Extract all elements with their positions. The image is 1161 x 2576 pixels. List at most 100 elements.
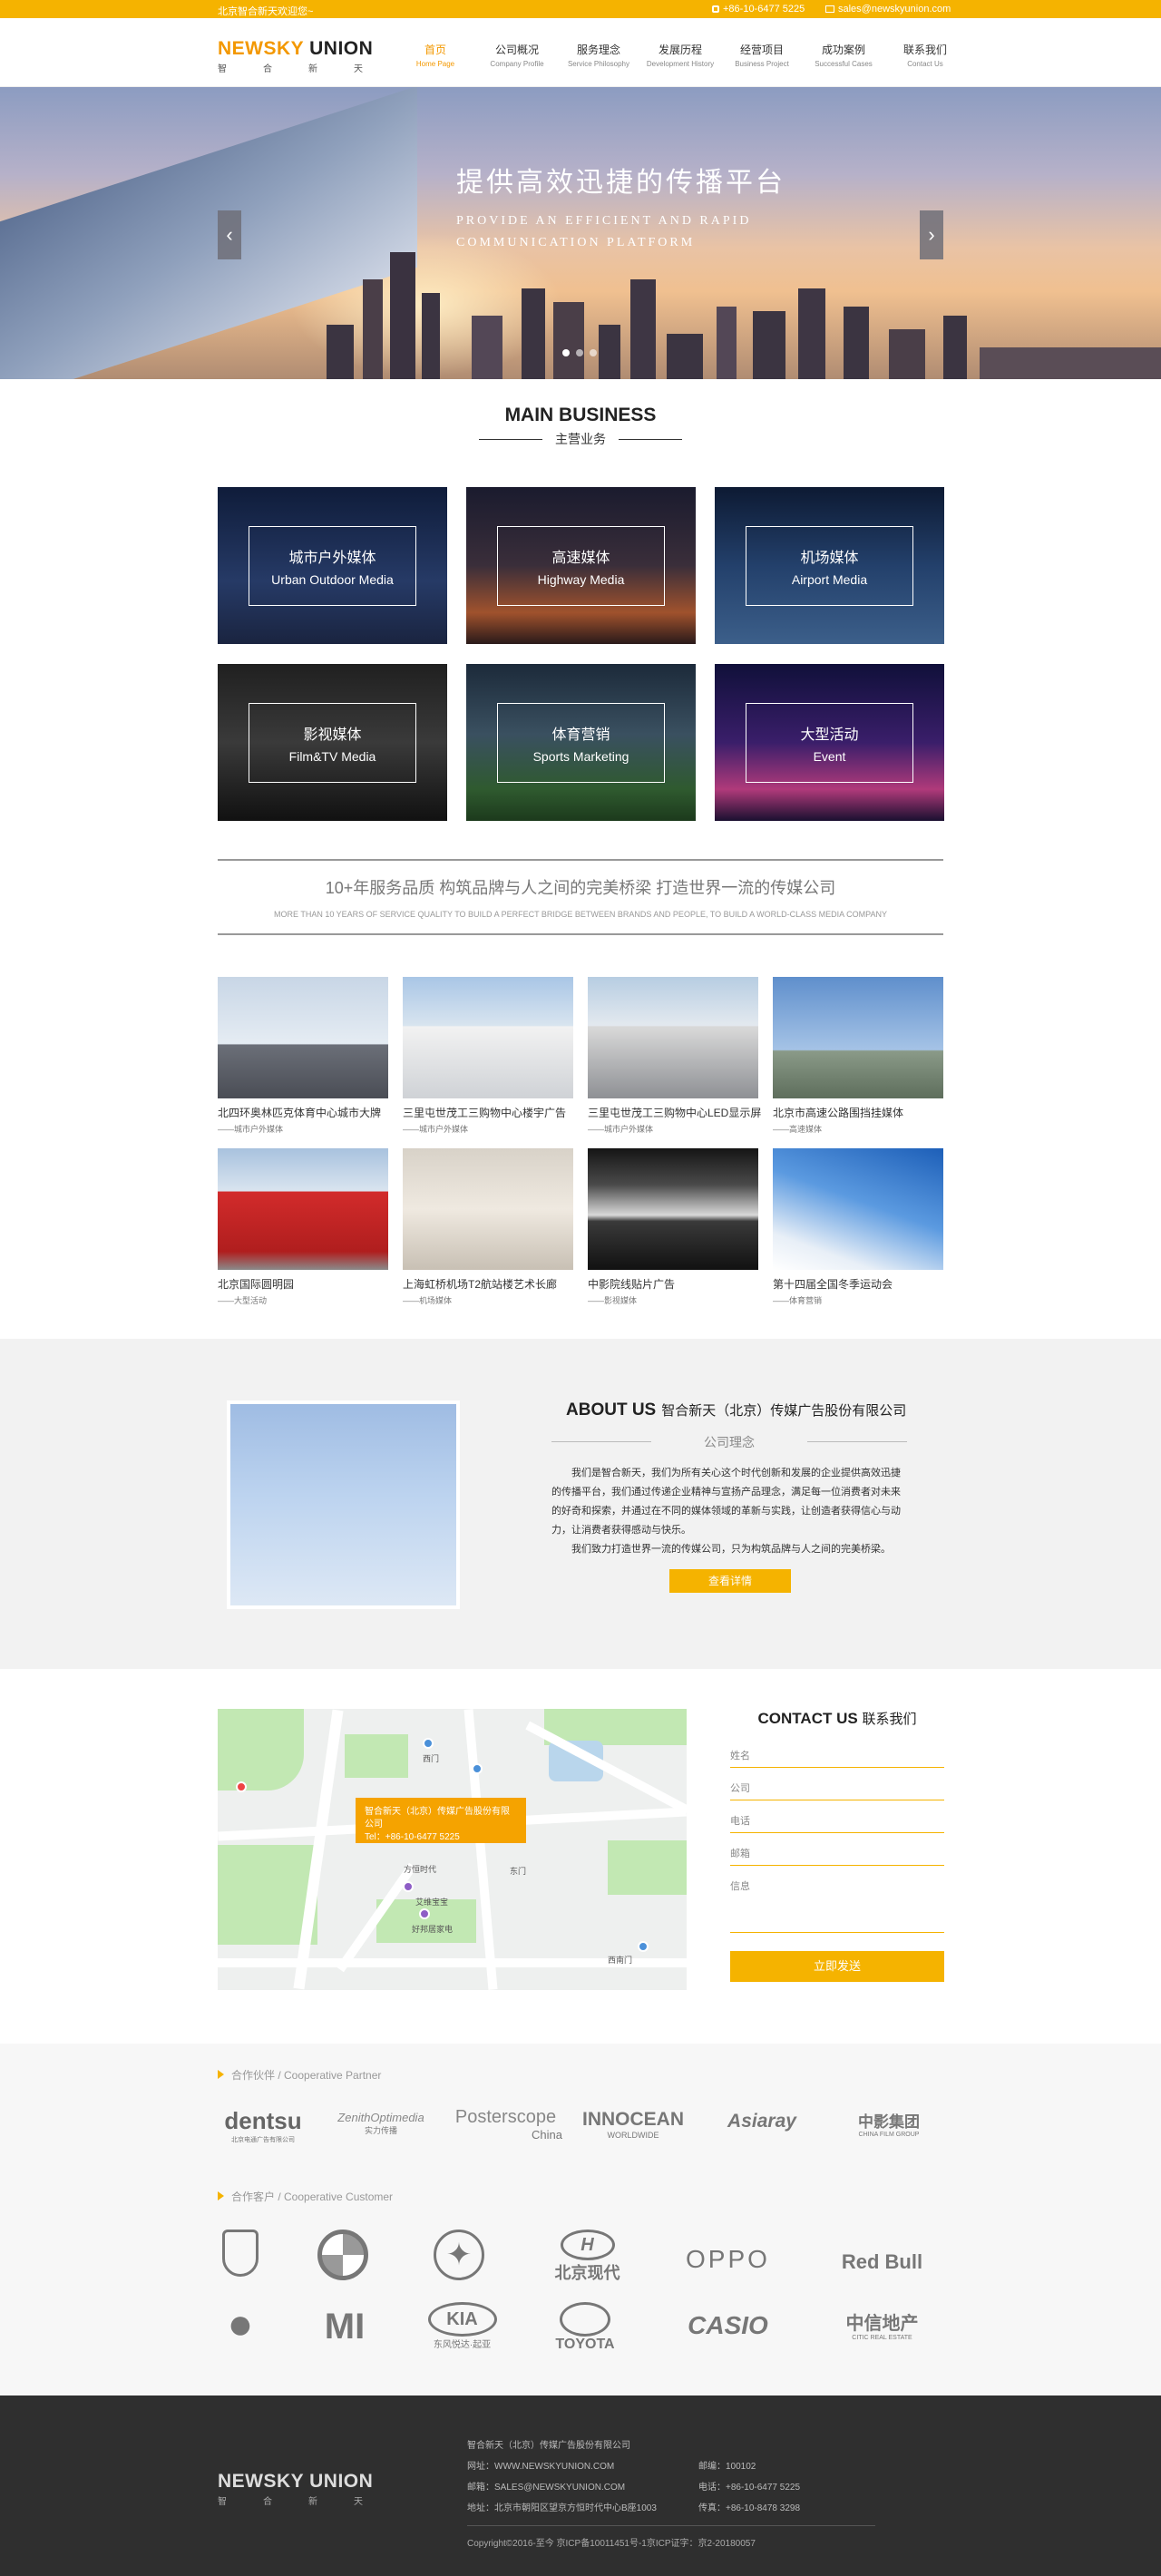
customer-logo-text: OPPO	[686, 2245, 770, 2273]
site-logo[interactable]: NEWSKY UNION 智合新天	[218, 38, 399, 74]
about-text: 我们是智合新天，我们为所有关心这个时代创新和发展的企业提供高效迅捷的传播平台，我…	[551, 1464, 910, 1559]
contact-title-cn: 联系我们	[862, 1712, 917, 1727]
case-category: ——城市户外媒体	[403, 1125, 469, 1134]
customer-logo-kia[interactable]: KIA 东风悦达·起亚	[419, 2302, 505, 2350]
nav-item-contact-us[interactable]: 联系我们 Contact Us	[884, 42, 966, 68]
map-pin-icon[interactable]	[638, 1941, 649, 1952]
customer-logo-text: Red Bull	[841, 2250, 923, 2273]
business-card-label: 高速媒体 Highway Media	[497, 526, 665, 606]
about-section: ABOUT US 智合新天（北京）传媒广告股份有限公司 公司理念 我们是智合新天，…	[0, 1339, 1161, 1669]
case-item[interactable]: 北京市高速公路围挡挂媒体 ——高速媒体	[773, 977, 943, 1135]
customer-logo-text: KIA	[427, 2302, 497, 2337]
customer-logo-toyota[interactable]: TOYOTA	[544, 2302, 626, 2353]
company-field[interactable]: 公司	[730, 1768, 944, 1800]
name-field[interactable]: 姓名	[730, 1735, 944, 1768]
case-title: 第十四届全国冬季运动会	[773, 1278, 893, 1291]
footer-tel: 电话：+86-10-6477 5225	[698, 2483, 801, 2493]
business-card-title-en: Airport Media	[791, 572, 868, 587]
nav-item-home[interactable]: 首页 Home Page	[395, 42, 476, 68]
map-pin-icon[interactable]	[419, 1908, 430, 1919]
case-category: ——机场媒体	[403, 1296, 453, 1305]
header: NEWSKY UNION 智合新天 首页 Home Page 公司概况 Compan…	[0, 18, 1161, 87]
customer-logo-text: TOYOTA	[555, 2337, 615, 2352]
business-card-sports[interactable]: 体育营销 Sports Marketing	[466, 664, 696, 821]
customer-logo-beijing-hyundai[interactable]: H 北京现代	[544, 2230, 630, 2284]
logo-name-part1: NEWSKY	[218, 38, 304, 59]
nav-label: 服务理念	[576, 44, 620, 56]
partner-logo-asiaray[interactable]: Asiaray	[712, 2111, 812, 2132]
business-card-label: 城市户外媒体 Urban Outdoor Media	[249, 526, 416, 606]
case-item[interactable]: 第十四届全国冬季运动会 ——体育营销	[773, 1148, 943, 1306]
partner-logo-zenith[interactable]: ZenithOptimedia 实力传播	[331, 2111, 431, 2136]
partners-section: 合作伙伴 / Cooperative Partner dentsu 北京电通广告有…	[0, 2044, 1161, 2395]
about-more-button[interactable]: 查看详情	[669, 1569, 791, 1593]
customer-logo-apple[interactable]: ●	[218, 2299, 263, 2349]
nav-item-company-profile[interactable]: 公司概况 Company Profile	[476, 42, 558, 68]
case-item[interactable]: 北京国际圆明园 ——大型活动	[218, 1148, 388, 1306]
partner-logo-posterscope[interactable]: Posterscope China	[449, 2107, 562, 2142]
map-pin-icon[interactable]	[236, 1781, 247, 1792]
business-card-highway[interactable]: 高速媒体 Highway Media	[466, 487, 696, 644]
nav-item-successful-cases[interactable]: 成功案例 Successful Cases	[803, 42, 884, 68]
footer-logo-cn: 智合新天	[218, 2497, 399, 2507]
main-business-title-cn: 主营业务	[479, 430, 682, 448]
case-item[interactable]: 上海虹桥机场T2航站楼艺术长廊 ——机场媒体	[403, 1148, 573, 1306]
case-item[interactable]: 北四环奥林匹克体育中心城市大牌 ——城市户外媒体	[218, 977, 388, 1135]
business-card-title-en: Sports Marketing	[532, 749, 629, 764]
customer-logo-redbull[interactable]: Red Bull	[839, 2234, 925, 2274]
about-paragraph-2: 我们致力打造世界一流的传媒公司，只为构筑品牌与人之间的完美桥梁。	[571, 1544, 891, 1555]
customer-logo-bmw[interactable]	[317, 2230, 372, 2280]
topbar-email[interactable]: sales@newskyunion.com	[825, 4, 951, 15]
logo-name-part2: UNION	[309, 38, 374, 59]
nav-item-development-history[interactable]: 发展历程 Development History	[639, 42, 721, 68]
map-popup-company: 智合新天（北京）传媒广告股份有限公司	[365, 1807, 510, 1830]
business-card-event[interactable]: 大型活动 Event	[715, 664, 944, 821]
map-pin-icon[interactable]	[472, 1763, 483, 1774]
partner-logo-dentsu[interactable]: dentsu 北京电通广告有限公司	[218, 2107, 308, 2144]
banner-dot-3[interactable]	[590, 349, 597, 356]
customer-logo-casio[interactable]: CASIO	[667, 2311, 789, 2340]
customer-logo-porsche[interactable]	[218, 2230, 263, 2277]
footer-website[interactable]: 网址：WWW.NEWSKYUNION.COM	[467, 2456, 657, 2477]
business-card-label: 体育营销 Sports Marketing	[497, 703, 665, 783]
business-card-urban-outdoor[interactable]: 城市户外媒体 Urban Outdoor Media	[218, 487, 447, 644]
nav-item-service-philosophy[interactable]: 服务理念 Service Philosophy	[558, 42, 639, 68]
case-item[interactable]: 三里屯世茂工三购物中心LED显示屏 ——城市户外媒体	[588, 977, 761, 1135]
email-field[interactable]: 邮箱	[730, 1833, 944, 1866]
location-map[interactable]: 西门 东门 方恒时代 艾维宝宝 好邦居家电 西南门 智合新天（北京）传媒广告股份…	[218, 1709, 687, 1990]
case-item[interactable]: 三里屯世茂工三购物中心楼宇广告 ——城市户外媒体	[403, 977, 573, 1135]
partner-logo-china-film[interactable]: 中影集团 CHINA FILM GROUP	[834, 2109, 943, 2138]
send-button[interactable]: 立即发送	[730, 1951, 944, 1982]
case-title: 北京国际圆明园	[218, 1278, 295, 1291]
banner-dot-1[interactable]	[562, 349, 570, 356]
nav-label: 发展历程	[658, 44, 702, 56]
banner-next-button[interactable]: ›	[920, 210, 943, 259]
partner-logo-innocean[interactable]: INNOCEAN WORLDWIDE	[579, 2109, 688, 2140]
footer-email[interactable]: 邮箱：SALES@NEWSKYUNION.COM	[467, 2477, 657, 2498]
nav-item-business-project[interactable]: 经营项目 Business Project	[721, 42, 803, 68]
map-pin-icon[interactable]	[403, 1881, 414, 1892]
main-business-title-en: MAIN BUSINESS	[504, 405, 657, 425]
porsche-crest-icon	[222, 2230, 259, 2277]
topbar-email-text[interactable]: sales@newskyunion.com	[838, 4, 951, 15]
partner-logo-text: ZenithOptimedia	[337, 2111, 424, 2124]
customer-logo-mercedes[interactable]: ✦	[434, 2230, 488, 2280]
about-paragraph-1: 我们是智合新天，我们为所有关心这个时代创新和发展的企业提供高效迅捷的传播平台，我…	[551, 1468, 901, 1536]
message-field[interactable]: 信息	[730, 1866, 944, 1933]
business-card-airport[interactable]: 机场媒体 Airport Media	[715, 487, 944, 644]
map-popup: 智合新天（北京）传媒广告股份有限公司 Tel：+86-10-6477 5225	[356, 1798, 526, 1843]
customer-logo-mi[interactable]: MI	[313, 2307, 376, 2347]
phone-field[interactable]: 电话	[730, 1800, 944, 1833]
footer-logo[interactable]: NEWSKY UNION 智合新天	[218, 2471, 399, 2507]
map-pin-icon[interactable]	[423, 1738, 434, 1749]
business-card-title-cn: 城市户外媒体	[288, 551, 376, 566]
banner-dot-2[interactable]	[576, 349, 583, 356]
case-item[interactable]: 中影院线贴片广告 ——影视媒体	[588, 1148, 758, 1306]
map-label: 好邦居家电	[412, 1925, 454, 1934]
map-label: 西门	[423, 1754, 440, 1763]
business-card-film-tv[interactable]: 影视媒体 Film&TV Media	[218, 664, 447, 821]
banner-prev-button[interactable]: ‹	[218, 210, 241, 259]
case-category: ——影视媒体	[588, 1296, 638, 1305]
customer-logo-citic[interactable]: 中信地产 CITIC REAL ESTATE	[821, 2308, 943, 2341]
customer-logo-oppo[interactable]: OPPO	[667, 2245, 789, 2274]
